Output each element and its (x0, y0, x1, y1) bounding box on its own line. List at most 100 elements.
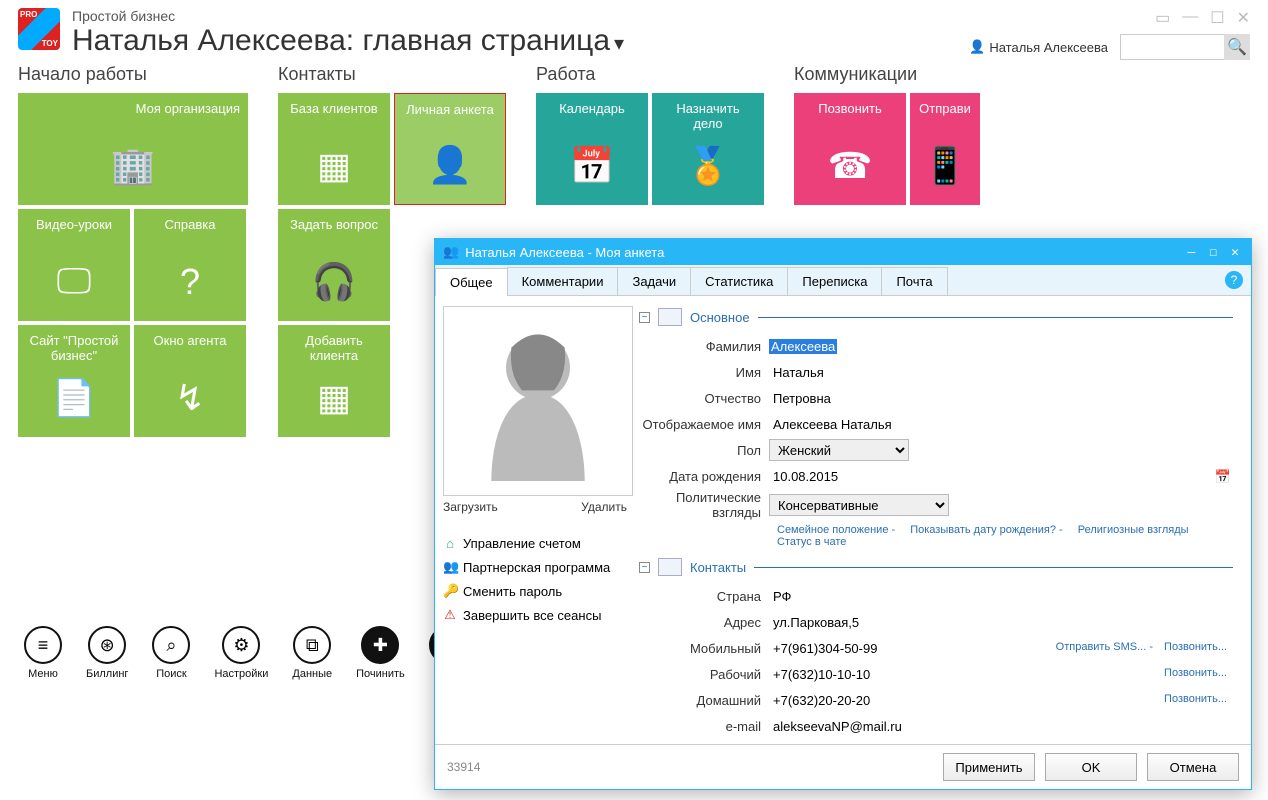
label-dob: Дата рождения (639, 469, 769, 484)
tile-send[interactable]: Отправи 📱 (910, 93, 980, 205)
label-gender: Пол (639, 443, 769, 458)
tile-video[interactable]: Видео-уроки 🖵 (18, 209, 130, 321)
collapse-icon[interactable]: − (639, 312, 650, 323)
tool-billing[interactable]: ⊛Биллинг (86, 626, 128, 680)
action-call[interactable]: Позвонить... (1164, 641, 1227, 653)
label-work-phone: Рабочий (639, 667, 769, 682)
warning-icon: ⚠ (443, 607, 457, 623)
tile-my-org[interactable]: Моя организация 🏢 (18, 93, 248, 205)
link-password[interactable]: 🔑Сменить пароль (443, 579, 627, 603)
agent-icon: ↯ (175, 377, 205, 419)
page-title[interactable]: Наталья Алексеева: главная страница (72, 24, 969, 58)
current-user-chip[interactable]: 👤 Наталья Алексеева (969, 39, 1108, 55)
window-controls: ▭ — ☐ ✕ (1155, 8, 1250, 28)
tab-general[interactable]: Общее (435, 268, 508, 296)
link-label: Сменить пароль (463, 584, 562, 599)
dialog-maximize-icon[interactable]: ☐ (1205, 245, 1221, 260)
tool-label: Биллинг (86, 668, 128, 680)
toggle-icon[interactable]: ▭ (1155, 8, 1170, 28)
group-title: Работа (536, 64, 764, 85)
dialog-minimize-icon[interactable]: — (1184, 245, 1200, 260)
avatar-upload-link[interactable]: Загрузить (443, 500, 498, 514)
bottom-toolbar: ≡Меню ⊛Биллинг ⌕Поиск ⚙Настройки ⧉Данные… (0, 626, 491, 680)
dialog-titlebar[interactable]: 👥 Наталья Алексеева - Моя анкета — ☐ ✕ (435, 239, 1251, 265)
tile-site[interactable]: Сайт "Простой бизнес" 📄 (18, 325, 130, 437)
value-dob[interactable]: 10.08.2015 (773, 469, 838, 484)
tab-correspondence[interactable]: Переписка (787, 267, 882, 295)
ok-button[interactable]: OK (1045, 753, 1137, 781)
tab-mail[interactable]: Почта (881, 267, 947, 295)
value-lastname[interactable]: Алексеева (769, 339, 837, 354)
tool-label: Данные (292, 668, 332, 680)
tool-settings[interactable]: ⚙Настройки (214, 626, 268, 680)
tab-comments[interactable]: Комментарии (507, 267, 619, 295)
avatar-delete-link[interactable]: Удалить (581, 500, 627, 514)
label-display-name: Отображаемое имя (639, 417, 769, 432)
extra-show-dob[interactable]: Показывать дату рождения? - (910, 524, 1062, 536)
app-header: Простой бизнес Наталья Алексеева: главна… (0, 0, 1268, 64)
extra-chat-status[interactable]: Статус в чате (777, 536, 846, 548)
select-gender[interactable]: Женский (769, 439, 909, 461)
value-display-name[interactable]: Алексеева Наталья (769, 415, 1233, 434)
tile-help[interactable]: Справка ? (134, 209, 246, 321)
close-icon[interactable]: ✕ (1237, 8, 1250, 28)
value-work-phone[interactable]: +7(632)10-10-10 (773, 667, 870, 682)
maximize-icon[interactable]: ☐ (1210, 8, 1224, 28)
help-icon[interactable]: ? (1225, 271, 1243, 289)
apply-button[interactable]: Применить (943, 753, 1035, 781)
value-mobile[interactable]: +7(961)304-50-99 (773, 641, 877, 656)
tile-call[interactable]: Позвонить ☎ (794, 93, 906, 205)
account-icon: ⌂ (443, 536, 457, 551)
label-mobile: Мобильный (639, 641, 769, 656)
minimize-icon[interactable]: — (1182, 8, 1198, 28)
value-address[interactable]: ул.Парковая,5 (769, 613, 1233, 632)
label-firstname: Имя (639, 365, 769, 380)
device-icon: 📱 (923, 145, 968, 187)
action-send-sms[interactable]: Отправить SMS... (1056, 641, 1147, 653)
collapse-icon[interactable]: − (639, 562, 650, 573)
tile-clients-db[interactable]: База клиентов ▦ (278, 93, 390, 205)
extra-religion[interactable]: Религиозные взгляды (1078, 524, 1189, 536)
search-icon[interactable]: 🔍 (1224, 34, 1250, 60)
tile-agent[interactable]: Окно агента ↯ (134, 325, 246, 437)
value-patronymic[interactable]: Петровна (769, 389, 1233, 408)
value-icq[interactable]: 018535688 (769, 743, 1233, 745)
grid-icon: ▦ (317, 145, 351, 187)
label-email: e-mail (639, 719, 769, 734)
tile-calendar[interactable]: Календарь 📅 (536, 93, 648, 205)
tool-data[interactable]: ⧉Данные (292, 626, 332, 680)
avatar-placeholder[interactable] (443, 306, 633, 496)
tool-label: Поиск (152, 668, 190, 680)
badge-icon: 🏅 (686, 145, 731, 187)
value-home-phone[interactable]: +7(632)20-20-20 (773, 693, 870, 708)
tile-personal-form[interactable]: Личная анкета 👤 (394, 93, 506, 205)
tab-tasks[interactable]: Задачи (617, 267, 691, 295)
group-title: Контакты (278, 64, 506, 85)
value-firstname[interactable]: Наталья (769, 363, 1233, 382)
link-sessions[interactable]: ⚠Завершить все сеансы (443, 603, 627, 627)
link-partner[interactable]: 👥Партнерская программа (443, 555, 627, 579)
tile-label: Отправи (918, 101, 972, 116)
tile-ask[interactable]: Задать вопрос 🎧 (278, 209, 390, 321)
group-title: Начало работы (18, 64, 248, 85)
calendar-picker-icon[interactable]: 📅 (1215, 469, 1231, 485)
calendar-icon: 📅 (570, 145, 615, 187)
select-politics[interactable]: Консервативные (769, 494, 949, 516)
tile-label: Справка (142, 217, 238, 232)
action-call[interactable]: Позвонить... (1164, 667, 1227, 679)
value-country[interactable]: РФ (769, 587, 1233, 606)
tile-assign[interactable]: Назначить дело 🏅 (652, 93, 764, 205)
action-call[interactable]: Позвонить... (1164, 693, 1227, 705)
tool-menu[interactable]: ≡Меню (24, 626, 62, 680)
tool-search[interactable]: ⌕Поиск (152, 626, 190, 680)
extra-links: Семейное положение - Показывать дату рож… (639, 524, 1233, 548)
link-account[interactable]: ⌂Управление счетом (443, 532, 627, 555)
tab-stats[interactable]: Статистика (690, 267, 788, 295)
tile-label: Сайт "Простой бизнес" (26, 333, 122, 363)
extra-marital[interactable]: Семейное положение - (777, 524, 895, 536)
tile-add-client[interactable]: Добавить клиента ▦ (278, 325, 390, 437)
tool-repair[interactable]: ✚Починить (356, 626, 405, 680)
dialog-close-icon[interactable]: ✕ (1227, 245, 1243, 260)
cancel-button[interactable]: Отмена (1147, 753, 1239, 781)
value-email[interactable]: alekseevaNP@mail.ru (769, 717, 1233, 736)
